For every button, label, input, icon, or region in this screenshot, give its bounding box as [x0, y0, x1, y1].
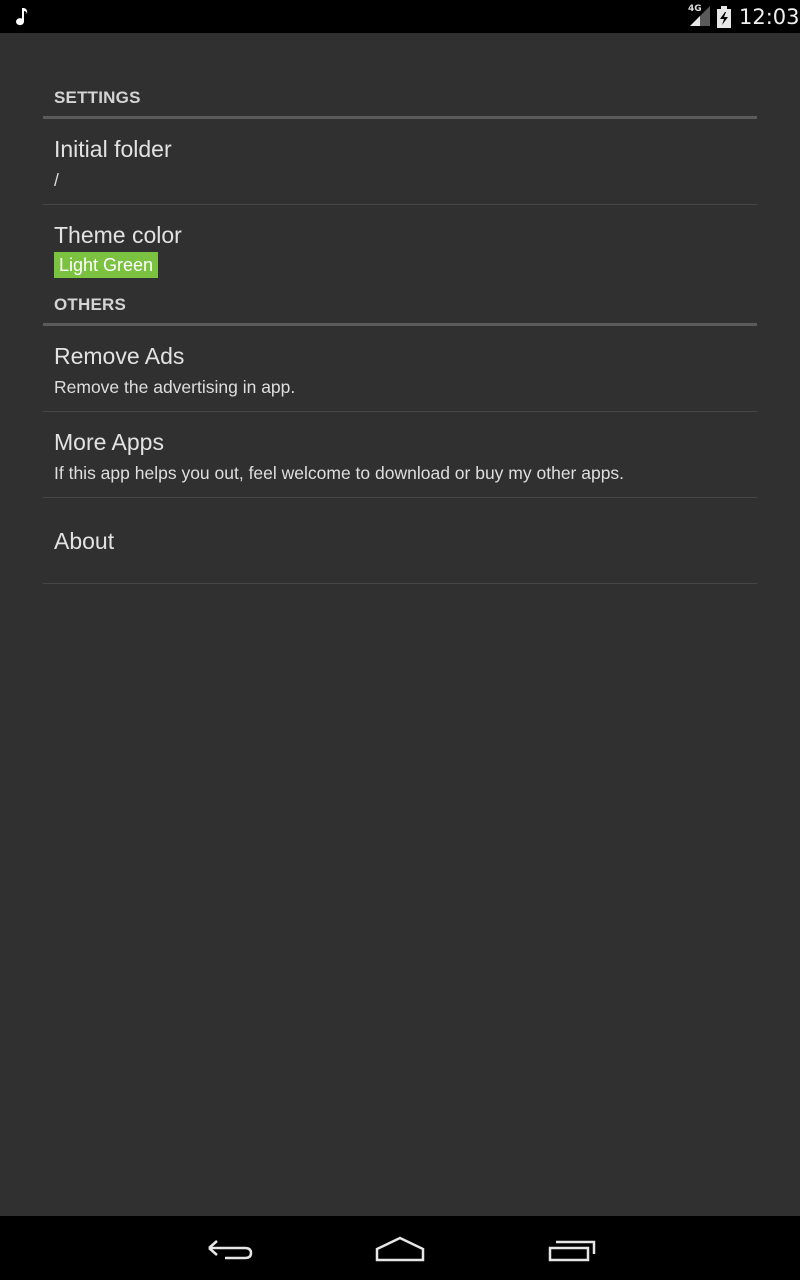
clock: 12:03: [739, 5, 800, 29]
pref-title: Theme color: [54, 222, 182, 248]
back-icon[interactable]: [195, 1226, 265, 1270]
pref-title: More Apps: [54, 429, 164, 455]
pref-title: Initial folder: [54, 136, 172, 162]
home-icon[interactable]: [365, 1226, 435, 1270]
pref-summary: If this app helps you out, feel welcome …: [54, 463, 625, 483]
status-bar: 4G 12:03: [0, 0, 800, 33]
section-header-label: OTHERS: [54, 295, 127, 314]
pref-initial-folder[interactable]: Initial folder /: [43, 119, 757, 205]
preferences-list: SETTINGS Initial folder / Theme color Li…: [43, 33, 757, 584]
section-header-label: SETTINGS: [54, 88, 141, 107]
pref-summary: /: [54, 170, 59, 190]
recents-icon[interactable]: [536, 1226, 606, 1270]
pref-about[interactable]: About: [43, 498, 757, 584]
pref-title: Remove Ads: [54, 343, 185, 369]
pref-summary: Remove the advertising in app.: [54, 377, 296, 397]
pref-title: About: [54, 528, 115, 554]
battery-charging-icon: [717, 6, 731, 28]
signal-icon: [690, 6, 710, 26]
music-note-icon: [16, 8, 28, 26]
pref-remove-ads[interactable]: Remove Ads Remove the advertising in app…: [43, 326, 757, 412]
section-header-settings: SETTINGS: [43, 33, 757, 119]
navigation-bar: [0, 1216, 800, 1280]
section-header-others: OTHERS: [43, 270, 757, 326]
pref-more-apps[interactable]: More Apps If this app helps you out, fee…: [43, 412, 757, 498]
